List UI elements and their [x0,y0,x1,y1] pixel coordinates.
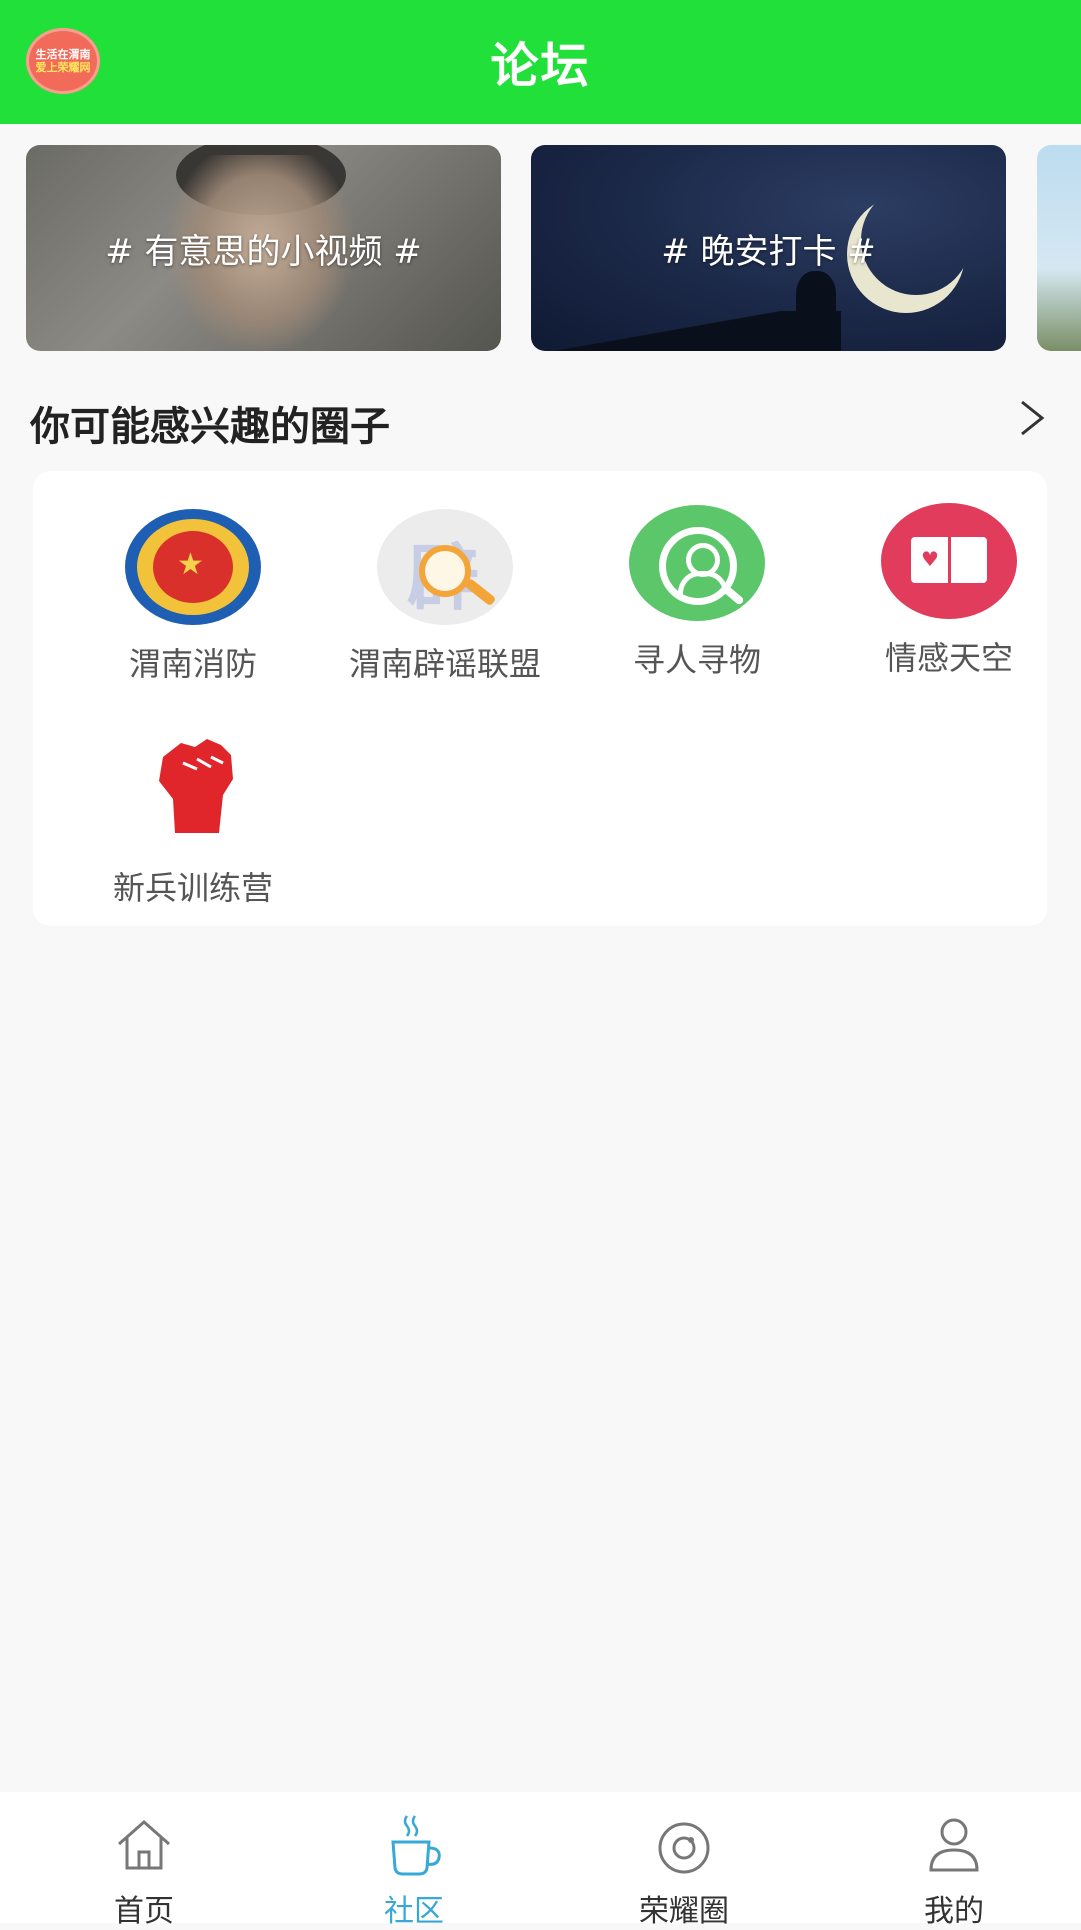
tab-label: 社区 [384,1894,444,1929]
tab-community[interactable]: 社区 [314,1792,514,1930]
banner-funny-videos[interactable]: # 有意思的小视频 # [26,145,501,351]
banner-label: # 有意思的小视频 # [105,231,422,272]
circle-label: 新兵训练营 [112,869,273,907]
tab-label: 我的 [924,1894,984,1929]
coffee-cup-icon [391,1815,441,1876]
circle-label: 渭南消防 [128,645,257,683]
person-search-icon [629,505,765,621]
bottom-nav: 首页 社区 荣耀圈 我的 [0,1792,1081,1929]
chevron-right-icon[interactable] [1016,396,1048,440]
tab-home[interactable]: 首页 [44,1792,244,1930]
tab-label: 荣耀圈 [639,1894,729,1929]
cat-silhouette-icon [796,271,836,321]
rooftop-silhouette [541,311,841,351]
circle-label: 渭南辟谣联盟 [348,645,541,683]
tab-honor-circle[interactable]: 荣耀圈 [584,1792,784,1930]
user-icon [929,1818,979,1872]
circle-item-rumor[interactable]: 辟 渭南辟谣联盟 [335,509,555,685]
tab-mine[interactable]: 我的 [854,1792,1054,1930]
circle-item-find[interactable]: 寻人寻物 [587,505,807,681]
circles-card: ★ 渭南消防 辟 渭南辟谣联盟 寻人寻物 ♥ 情感天空 新兵训练营 [33,471,1047,926]
section-title: 你可能感兴趣的圈子 [30,404,390,450]
banner-good-night[interactable]: # 晚安打卡 # [531,145,1006,351]
moon-icon [861,185,971,295]
circle-item-emotion[interactable]: ♥ 情感天空 [839,503,1059,679]
page-title: 论坛 [490,38,591,94]
banner-partial[interactable] [1037,145,1081,351]
rumor-magnifier-icon: 辟 [377,509,513,625]
banner-label: # 晚安打卡 # [661,231,876,272]
circle-ring-icon [658,1822,710,1874]
top-header: 生活在渭南 爱上荣耀网 论坛 [0,0,1081,124]
circle-label: 寻人寻物 [632,641,761,679]
heart-book-icon: ♥ [881,503,1017,619]
circle-item-recruit[interactable]: 新兵训练营 [83,729,303,909]
fire-rescue-emblem-icon: ★ [125,509,261,625]
raised-fist-icon [123,729,263,849]
tab-label: 首页 [114,1894,174,1929]
home-icon [118,1820,170,1870]
circle-item-fire[interactable]: ★ 渭南消防 [83,509,303,685]
circle-label: 情感天空 [884,639,1013,677]
